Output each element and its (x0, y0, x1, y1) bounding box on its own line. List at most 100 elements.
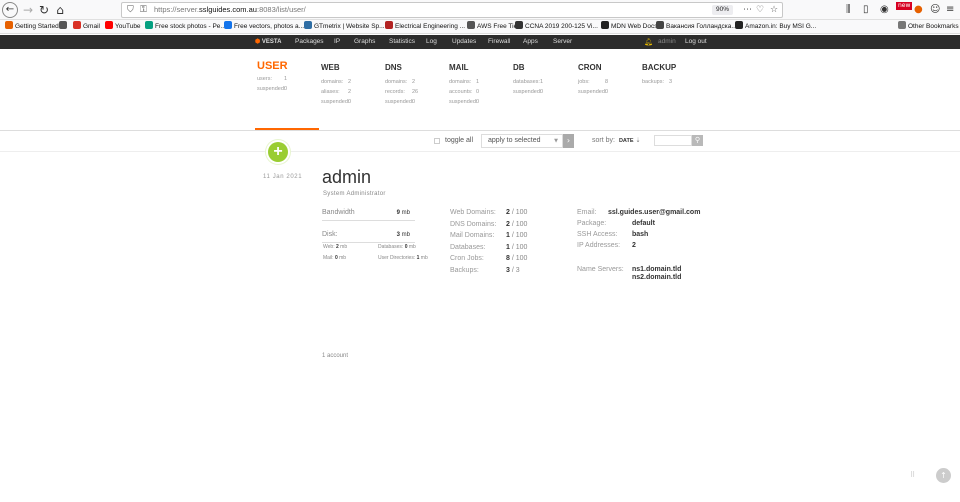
disk-web: Web: 2 mb (323, 244, 348, 250)
bookmark-favicon-icon (385, 21, 393, 29)
reload-icon[interactable]: ↻ (36, 2, 52, 18)
bookmark-item[interactable]: AWS Free Tier (467, 20, 519, 34)
bookmark-item[interactable]: Вакансия Голландска... (656, 20, 737, 34)
sidebar-icon[interactable]: ▯ (863, 3, 869, 17)
limit-row: Databases: 1 / 100 (450, 243, 528, 251)
stat-user[interactable]: USER users: 1 suspended: 0 (257, 60, 288, 94)
shield-icon[interactable]: ⛉ (127, 3, 134, 17)
stat-db[interactable]: DB databases: 1 suspended: 0 (513, 60, 544, 97)
user-name[interactable]: admin (322, 166, 371, 188)
bookmark-item[interactable]: CCNA 2019 200-125 Vi... (515, 20, 598, 34)
nav-apps[interactable]: Apps (523, 35, 538, 49)
stat-line: domains: 2 (385, 79, 416, 85)
zoom-indicator[interactable]: 90% (712, 5, 734, 15)
stat-line: databases: 1 (513, 79, 544, 85)
bookmark-favicon-icon (601, 21, 609, 29)
bookmark-favicon-icon (735, 21, 743, 29)
search-input[interactable] (654, 135, 692, 146)
vesta-logo[interactable]: ⬢ VESTA (255, 35, 281, 49)
bookmark-item[interactable]: Free stock photos - Pe... (145, 20, 226, 34)
stat-backup[interactable]: BACKUP backups: 3 (642, 60, 676, 87)
logo-mark-icon: ⬢ (255, 39, 261, 45)
lock-icon[interactable]: ⚿ (140, 3, 147, 17)
add-user-button[interactable]: + (268, 142, 288, 162)
disk-mail: Mail: 0 mb (323, 255, 347, 261)
bookmark-item[interactable]: MDN Web Docs (601, 20, 657, 34)
user-date: 11 Jan 2021 (263, 174, 303, 180)
bookmark-favicon-icon (224, 21, 232, 29)
bookmark-favicon-icon (105, 21, 113, 29)
reader-icon[interactable]: ☺ (930, 3, 940, 17)
nav-updates[interactable]: Updates (452, 35, 476, 49)
name-servers: Name Servers: ns1.domain.tld ns2.domain.… (577, 266, 682, 281)
scroll-to-top-button[interactable]: ↑ (936, 468, 951, 483)
search-icon[interactable]: ⚲ (692, 135, 703, 146)
sort-value[interactable]: DATE (619, 138, 634, 144)
stat-title[interactable]: BACKUP (642, 62, 676, 74)
nav-log[interactable]: Log (426, 35, 437, 49)
apply-button[interactable]: › (563, 134, 574, 148)
sort-by[interactable]: sort by: DATE ⇣ (592, 136, 641, 146)
stat-title[interactable]: WEB (321, 62, 349, 74)
stat-dns[interactable]: DNS domains: 2 records: 26 suspended: 0 (385, 60, 418, 107)
url-bar[interactable]: ⛉ ⚿ https://server.sslguides.com.au:8083… (121, 2, 783, 18)
library-icon[interactable]: ⫼ (846, 3, 851, 17)
extension-icon[interactable]: ● (914, 3, 923, 17)
toggle-all-label[interactable]: toggle all (445, 136, 473, 146)
bookmark-favicon-icon (145, 21, 153, 29)
stat-line: domains: 2 (321, 79, 352, 85)
pocket-icon[interactable]: ♡ (756, 3, 764, 17)
disk-meter: Disk: 3 mb (322, 230, 415, 243)
stat-title[interactable]: USER (257, 60, 288, 72)
forward-icon[interactable]: → (20, 2, 36, 18)
account-icon[interactable]: ◉ (880, 3, 889, 17)
stat-title[interactable]: DNS (385, 62, 413, 74)
tab-divider (0, 130, 960, 131)
row-divider (0, 151, 960, 152)
logout-link[interactable]: Log out (685, 35, 707, 49)
bookmark-item[interactable]: Amazon.in: Buy MSI G... (735, 20, 816, 34)
stat-line: aliases: 2 (321, 89, 352, 95)
nav-graphs[interactable]: Graphs (354, 35, 375, 49)
nav-server[interactable]: Server (553, 35, 572, 49)
stat-line: users: 1 (257, 76, 288, 82)
stat-line: suspended: 0 (257, 86, 288, 92)
bookmark-item[interactable]: GTmetrix | Website Sp... (304, 20, 385, 34)
bookmark-item[interactable]: Getting Started (5, 20, 59, 34)
bookmarks-bar: Getting Started Gmail YouTube Free stock ph… (0, 20, 960, 34)
nav-user[interactable]: admin (658, 35, 676, 49)
bookmark-item[interactable]: Gmail (73, 20, 100, 34)
disk-databases: Databases: 0 mb (378, 244, 416, 250)
menu-icon[interactable]: ≡ (946, 3, 954, 17)
stat-line: jobs: 8 (578, 79, 609, 85)
sort-arrow-icon[interactable]: ⇣ (635, 138, 640, 144)
limit-row: DNS Domains: 2 / 100 (450, 220, 528, 228)
shortcuts-icon[interactable]: ⠿ (910, 471, 915, 479)
bookmark-item[interactable]: Other Bookmarks (898, 20, 959, 34)
bookmark-item[interactable]: YouTube (105, 20, 141, 34)
bell-icon[interactable]: 🔔︎ (644, 35, 653, 49)
home-icon[interactable]: ⌂ (52, 2, 68, 18)
stat-title[interactable]: MAIL (449, 62, 477, 74)
stat-title[interactable]: CRON (578, 62, 606, 74)
bookmark-item[interactable] (59, 20, 69, 34)
top-nav: ⬢ VESTA Packages IP Graphs Statistics Lo… (0, 35, 960, 49)
bookmark-item[interactable]: Free vectors, photos a... (224, 20, 304, 34)
url-text: https://server.sslguides.com.au:8083/lis… (154, 5, 306, 14)
nav-ip[interactable]: IP (334, 35, 340, 49)
apply-to-selected-select[interactable]: apply to selected ▼ (481, 134, 563, 148)
stat-title[interactable]: DB (513, 62, 541, 74)
nav-packages[interactable]: Packages (295, 35, 324, 49)
bookmark-item[interactable]: Electrical Engineering ... (385, 20, 465, 34)
star-icon[interactable]: ☆ (770, 3, 778, 17)
extension-new-icon[interactable]: new (896, 2, 913, 10)
stat-web[interactable]: WEB domains: 2 aliases: 2 suspended: 0 (321, 60, 352, 107)
browser-toolbar: ← → ↻ ⌂ ⛉ ⚿ https://server.sslguides.com… (0, 0, 960, 20)
toggle-all-checkbox[interactable] (434, 138, 440, 144)
stat-cron[interactable]: CRON jobs: 8 suspended: 0 (578, 60, 609, 97)
nav-statistics[interactable]: Statistics (389, 35, 415, 49)
back-icon[interactable]: ← (2, 2, 18, 18)
page-actions-icon[interactable]: ⋯ (743, 3, 752, 17)
stat-mail[interactable]: MAIL domains: 1 accounts: 0 suspended: 0 (449, 60, 479, 107)
nav-firewall[interactable]: Firewall (488, 35, 510, 49)
